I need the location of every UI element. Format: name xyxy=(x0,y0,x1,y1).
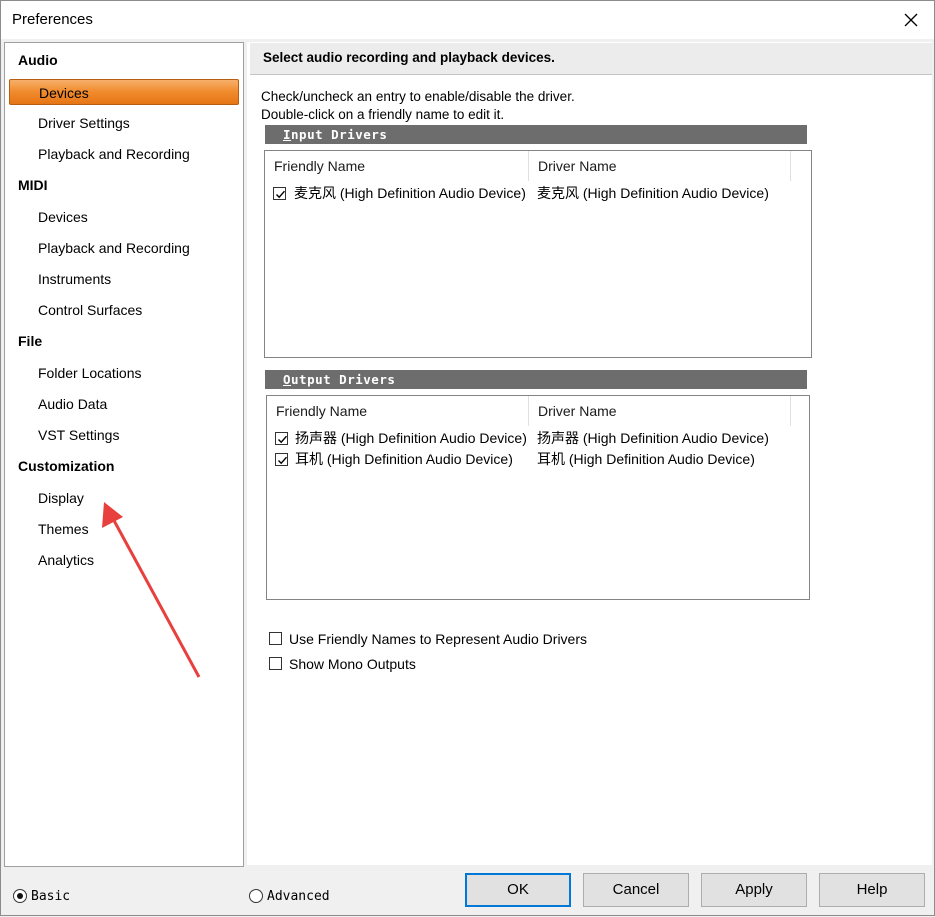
preferences-window: Preferences Audio Devices Driver Setting… xyxy=(0,0,935,916)
input-drivers-header: Input Drivers xyxy=(265,125,807,144)
column-header-friendly-name[interactable]: Friendly Name xyxy=(265,151,529,181)
sidebar-item-instruments[interactable]: Instruments xyxy=(9,266,239,292)
sidebar-item-audio-data[interactable]: Audio Data xyxy=(9,391,239,417)
input-driver-friendly-name[interactable]: 麦克风 (High Definition Audio Device) xyxy=(294,183,526,204)
column-header-driver-name[interactable]: Driver Name xyxy=(529,151,791,181)
output-driver-friendly-name[interactable]: 耳机 (High Definition Audio Device) xyxy=(295,449,513,470)
use-friendly-names-label[interactable]: Use Friendly Names to Represent Audio Dr… xyxy=(289,629,587,649)
input-driver-row[interactable]: 麦克风 (High Definition Audio Device) 麦克风 (… xyxy=(265,183,811,204)
advanced-radio-label[interactable]: Advanced xyxy=(267,887,330,907)
output-drivers-title-rest: utput Drivers xyxy=(291,372,396,387)
close-button[interactable] xyxy=(888,1,934,39)
output-drivers-list[interactable]: Friendly Name Driver Name 扬声器 (High Defi… xyxy=(266,395,810,600)
sidebar-item-audio-devices[interactable]: Devices xyxy=(9,79,239,105)
panel-header-text: Select audio recording and playback devi… xyxy=(263,50,555,65)
help-button[interactable]: Help xyxy=(819,873,925,907)
show-mono-outputs-label[interactable]: Show Mono Outputs xyxy=(289,654,416,674)
advanced-radio-dot[interactable] xyxy=(249,889,263,903)
output-drivers-header: Output Drivers xyxy=(265,370,807,389)
output-list-header: Friendly Name Driver Name xyxy=(267,396,809,426)
sidebar-item-display[interactable]: Display xyxy=(9,485,239,511)
input-drivers-title-rest: nput Drivers xyxy=(291,127,388,142)
sidebar-group-midi[interactable]: MIDI xyxy=(18,173,48,197)
window-title: Preferences xyxy=(12,11,93,28)
input-drivers-list[interactable]: Friendly Name Driver Name 麦克风 (High Defi… xyxy=(264,150,812,358)
ok-button[interactable]: OK xyxy=(465,873,571,907)
sidebar-item-vst-settings[interactable]: VST Settings xyxy=(9,422,239,448)
devices-panel: Select audio recording and playback devi… xyxy=(247,42,932,865)
instruction-line-2: Double-click on a friendly name to edit … xyxy=(261,107,505,122)
checkmark-icon xyxy=(278,435,288,444)
input-drivers-title-first: I xyxy=(283,127,292,142)
sidebar-group-audio[interactable]: Audio xyxy=(18,48,58,72)
use-friendly-names-checkbox[interactable] xyxy=(269,632,282,645)
close-icon xyxy=(904,13,918,27)
sidebar-item-themes[interactable]: Themes xyxy=(9,516,239,542)
basic-radio-dot[interactable] xyxy=(13,889,27,903)
column-header-driver-name[interactable]: Driver Name xyxy=(529,396,791,426)
output-driver-checkbox[interactable] xyxy=(275,432,288,445)
output-driver-row[interactable]: 耳机 (High Definition Audio Device) 耳机 (Hi… xyxy=(267,449,809,470)
sidebar-item-driver-settings[interactable]: Driver Settings xyxy=(9,110,239,136)
panel-header: Select audio recording and playback devi… xyxy=(250,43,932,75)
output-driver-driver-name: 扬声器 (High Definition Audio Device) xyxy=(537,430,769,446)
input-list-header: Friendly Name Driver Name xyxy=(265,151,811,181)
sidebar-item-audio-playback-recording[interactable]: Playback and Recording xyxy=(9,141,239,167)
sidebar-item-control-surfaces[interactable]: Control Surfaces xyxy=(9,297,239,323)
sidebar-item-folder-locations[interactable]: Folder Locations xyxy=(9,360,239,386)
sidebar-item-midi-playback-recording[interactable]: Playback and Recording xyxy=(9,235,239,261)
show-mono-outputs-checkbox[interactable] xyxy=(269,657,282,670)
instruction-line-1: Check/uncheck an entry to enable/disable… xyxy=(261,89,575,104)
output-driver-driver-name: 耳机 (High Definition Audio Device) xyxy=(537,451,755,467)
sidebar-tree: Audio Devices Driver Settings Playback a… xyxy=(4,42,244,867)
column-header-friendly-name[interactable]: Friendly Name xyxy=(267,396,529,426)
input-driver-driver-name: 麦克风 (High Definition Audio Device) xyxy=(537,185,769,201)
sidebar-group-customization[interactable]: Customization xyxy=(18,454,114,478)
input-driver-checkbox[interactable] xyxy=(273,187,286,200)
output-driver-checkbox[interactable] xyxy=(275,453,288,466)
cancel-button[interactable]: Cancel xyxy=(583,873,689,907)
checkmark-icon xyxy=(276,190,286,199)
title-bar: Preferences xyxy=(1,1,934,39)
sidebar-item-analytics[interactable]: Analytics xyxy=(9,547,239,573)
output-driver-friendly-name[interactable]: 扬声器 (High Definition Audio Device) xyxy=(295,428,527,449)
output-driver-row[interactable]: 扬声器 (High Definition Audio Device) 扬声器 (… xyxy=(267,428,809,449)
checkmark-icon xyxy=(278,456,288,465)
sidebar-item-midi-devices[interactable]: Devices xyxy=(9,204,239,230)
output-drivers-title-first: O xyxy=(283,372,292,387)
basic-radio-label[interactable]: Basic xyxy=(31,887,70,907)
sidebar-group-file[interactable]: File xyxy=(18,329,42,353)
apply-button[interactable]: Apply xyxy=(701,873,807,907)
